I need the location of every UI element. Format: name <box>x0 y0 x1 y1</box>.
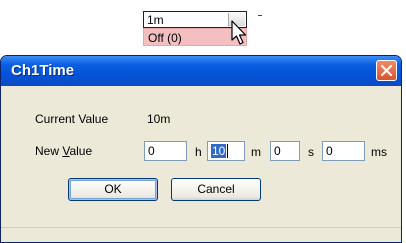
status-bar <box>1 227 401 242</box>
hours-input-value: 0 <box>148 144 155 158</box>
current-value-label: Current Value <box>35 112 109 126</box>
new-value-label-part: alue <box>69 144 93 158</box>
divider <box>258 15 262 16</box>
minutes-input[interactable]: 10 <box>207 141 245 161</box>
new-value-label: New Value <box>35 144 92 158</box>
close-button[interactable] <box>376 60 397 81</box>
milliseconds-input-value: 0 <box>326 144 333 158</box>
hours-input[interactable]: 0 <box>144 141 187 161</box>
milliseconds-input[interactable]: 0 <box>322 141 365 161</box>
title-bar[interactable]: Ch1Time <box>1 56 401 86</box>
dropdown-option-label: Off (0) <box>148 31 182 45</box>
cancel-button[interactable]: Cancel <box>171 178 261 201</box>
dialog-title: Ch1Time <box>11 62 75 79</box>
seconds-input[interactable]: 0 <box>270 141 300 161</box>
milliseconds-unit: ms <box>371 145 387 159</box>
current-value: 10m <box>147 112 171 126</box>
text-caret <box>227 144 228 158</box>
minutes-input-value: 10 <box>211 144 227 158</box>
seconds-unit: s <box>308 145 314 159</box>
mouse-pointer-icon <box>231 20 247 45</box>
close-icon <box>380 64 393 77</box>
hours-unit: h <box>195 145 202 159</box>
dropdown-value: 1m <box>147 13 164 27</box>
new-value-label-part: New <box>35 144 63 158</box>
seconds-input-value: 0 <box>274 144 281 158</box>
minutes-unit: m <box>251 145 261 159</box>
ch1time-dialog: Ch1Time Current Value 10m New Value 0 h … <box>0 55 402 243</box>
ok-button[interactable]: OK <box>68 178 158 201</box>
